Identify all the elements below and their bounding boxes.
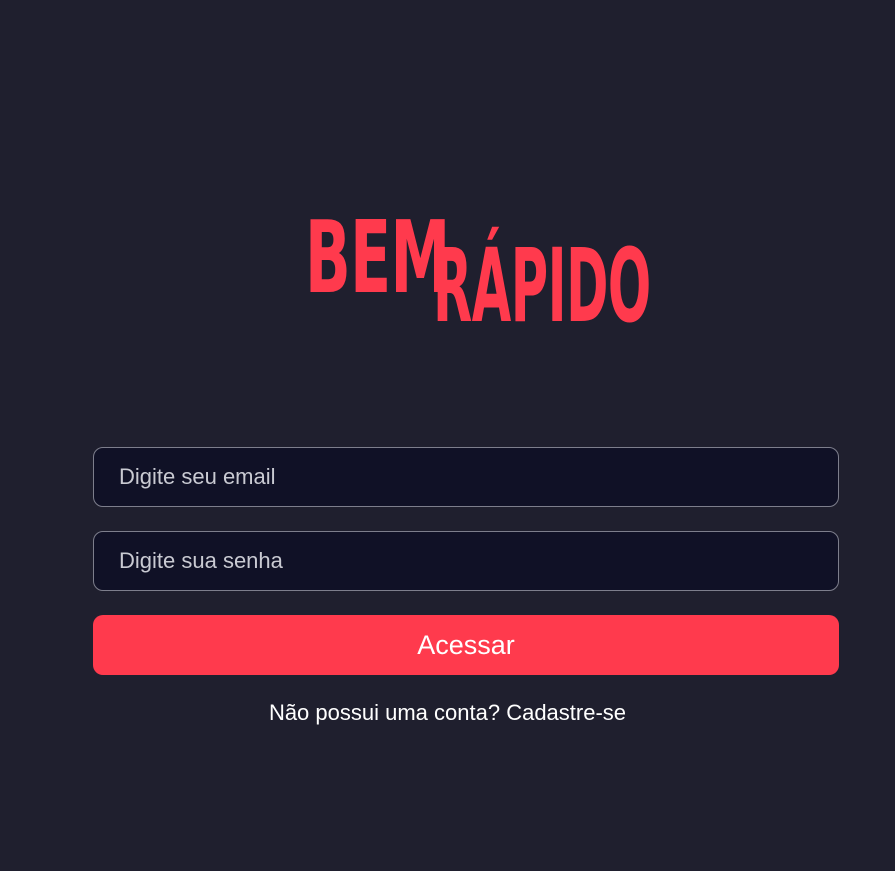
signup-prompt: Não possui uma conta? Cadastre-se bbox=[0, 700, 895, 726]
signup-prompt-text: Não possui uma conta? bbox=[268, 700, 507, 725]
email-field-wrapper bbox=[93, 447, 839, 507]
brand-logo: BEM RÁPIDO bbox=[0, 0, 895, 360]
password-input[interactable] bbox=[94, 532, 838, 590]
password-field-wrapper bbox=[93, 531, 839, 591]
submit-button[interactable]: Acessar bbox=[93, 615, 839, 675]
logo-word-rapido: RÁPIDO bbox=[433, 227, 651, 346]
signup-link[interactable]: Cadastre-se bbox=[506, 700, 626, 725]
email-input[interactable] bbox=[94, 448, 838, 506]
logo-word-bem: BEM bbox=[305, 199, 450, 316]
